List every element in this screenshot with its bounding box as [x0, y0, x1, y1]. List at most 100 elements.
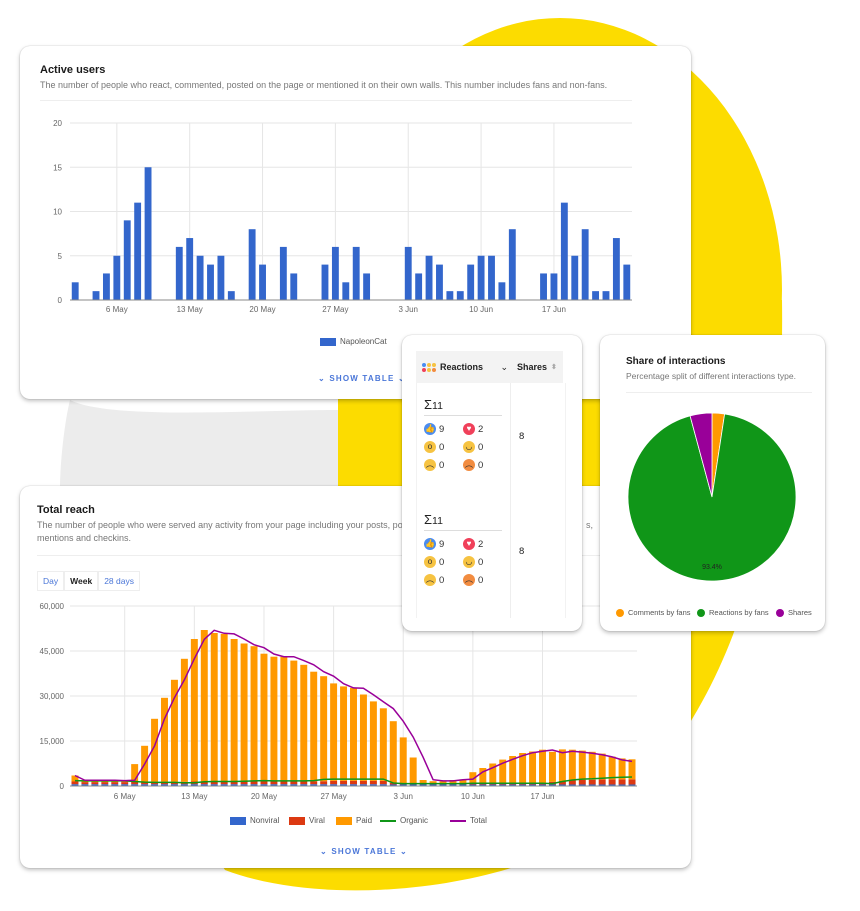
x-tick-label: 6 May [106, 305, 128, 314]
gray-circle-shape [60, 400, 340, 490]
bar-viral [270, 781, 278, 785]
love-count: 2 [478, 423, 484, 435]
reach-legend: Nonviral Viral Paid Organic Total [230, 816, 530, 828]
y-tick-label: 30,000 [40, 692, 65, 701]
table-left-border [416, 383, 417, 618]
divider [424, 415, 502, 416]
bar [207, 264, 214, 300]
legend-nonviral: Nonviral [230, 816, 279, 825]
bar-paid [578, 750, 586, 780]
reactions-header-label: Reactions [440, 362, 484, 372]
angry-icon: ︵ [463, 574, 475, 586]
bar [248, 229, 256, 300]
description-line2: mentions and checkins. [37, 533, 132, 543]
bar-paid [270, 656, 278, 782]
bar-paid [429, 781, 437, 783]
legend-shares: Shares [776, 608, 812, 617]
show-table-button[interactable]: ⌄ SHOW TABLE ⌄ [318, 374, 406, 383]
bar-viral [121, 782, 129, 785]
total-reach-title: Total reach [37, 504, 95, 516]
x-tick-label: 10 Jun [469, 305, 493, 314]
bar-viral [598, 779, 606, 785]
tab-day[interactable]: Day [37, 571, 65, 591]
pie-slice-label: 93.4% [702, 564, 722, 571]
sort-icon: ⬍ [551, 364, 557, 371]
bar-viral [379, 780, 387, 785]
y-tick-label: 15 [53, 163, 62, 172]
bar [508, 229, 516, 300]
like-icon: 👍 [424, 423, 436, 435]
bar [425, 255, 433, 300]
bar [321, 264, 329, 300]
x-tick-label: 17 Jun [530, 792, 554, 801]
share-description: Percentage split of different interactio… [626, 371, 796, 381]
haha-count: 0 [478, 441, 484, 453]
show-table-label: SHOW TABLE [329, 374, 395, 383]
bar [102, 273, 110, 300]
reaction-haha: ◡ 0 [463, 556, 483, 568]
sum-value: 11 [432, 400, 443, 412]
active-users-title: Active users [40, 64, 106, 76]
bar-viral [369, 780, 377, 785]
bar-paid [170, 679, 178, 782]
bar-paid [230, 639, 238, 782]
bar-paid [359, 694, 367, 781]
bar-viral [280, 781, 288, 785]
reaction-angry: ︵ 0 [463, 459, 483, 471]
bar-paid [290, 660, 298, 782]
sad-count: 0 [439, 459, 445, 471]
bar [186, 238, 194, 300]
bar-viral [628, 779, 636, 785]
chevron-down-icon: ⌄ [500, 361, 508, 372]
legend-label: Viral [309, 816, 325, 825]
y-tick-label: 20 [53, 119, 62, 128]
tab-28-days[interactable]: 28 days [98, 571, 140, 591]
angry-count: 0 [478, 459, 484, 471]
legend-swatch [336, 816, 352, 825]
description-tail: s, [586, 520, 594, 530]
bar-viral [310, 781, 318, 785]
bar [550, 273, 558, 300]
wow-count: 0 [439, 556, 445, 568]
reaction-love: ♥ 2 [463, 423, 483, 435]
x-tick-label: 6 May [114, 792, 136, 801]
wow-icon: o [424, 441, 436, 453]
legend-label: Comments by fans [628, 608, 691, 617]
legend-label: Paid [356, 816, 373, 825]
shares-value: 8 [519, 546, 525, 557]
bar-paid [608, 756, 616, 780]
legend-label: Reactions by fans [709, 608, 769, 617]
love-count: 2 [478, 538, 484, 550]
x-tick-label: 27 May [320, 792, 346, 801]
total-reach-card: Total reach The number of people who wer… [20, 486, 691, 868]
legend-napoleoncat: NapoleonCat [320, 337, 387, 346]
legend-paid: Paid [336, 816, 372, 825]
bar [144, 167, 152, 300]
y-tick-label: 45,000 [40, 647, 65, 656]
legend-swatch [320, 337, 336, 346]
bar-viral [300, 781, 308, 785]
bar [290, 273, 298, 300]
legend-dot [616, 608, 624, 617]
divider [40, 100, 632, 101]
wow-count: 0 [439, 441, 445, 453]
y-tick-label: 60,000 [40, 602, 65, 611]
bar-paid [260, 653, 268, 782]
sad-count: 0 [439, 574, 445, 586]
active-users-chart: 0 5 10 15 20 6 May 13 May 20 May 27 May 3 Jun 10 J… [53, 119, 632, 314]
y-tick-label: 10 [53, 208, 62, 217]
sad-icon: ︵ [424, 459, 436, 471]
like-count: 9 [439, 423, 445, 435]
bar-paid [409, 757, 417, 783]
bar [196, 255, 204, 300]
angry-count: 0 [478, 574, 484, 586]
shares-value: 8 [519, 431, 525, 442]
bar [331, 246, 339, 300]
shares-column-header[interactable]: Shares ⬍ [511, 351, 563, 383]
show-table-button[interactable]: ⌄ SHOW TABLE ⌄ [320, 847, 408, 856]
angry-icon: ︵ [463, 459, 475, 471]
y-tick-label: 15,000 [40, 737, 65, 746]
bar-viral [71, 781, 79, 785]
tab-week[interactable]: Week [64, 571, 99, 591]
reactions-column-header[interactable]: Reactions ⌄ [416, 351, 517, 383]
